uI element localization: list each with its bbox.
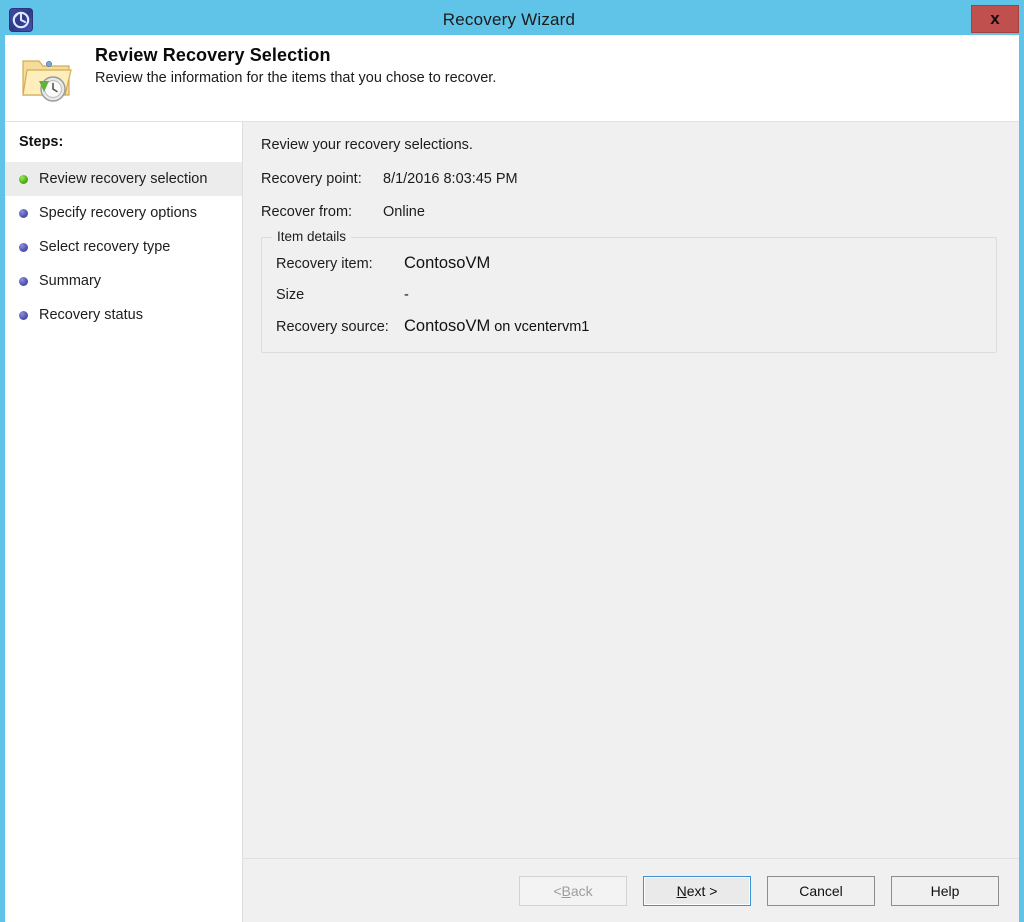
content-inner: Review your recovery selections. Recover… <box>243 122 1019 858</box>
item-details-group: Item details Recovery item: ContosoVM Si… <box>261 237 997 353</box>
size-value: - <box>404 287 409 303</box>
page-subtitle: Review the information for the items tha… <box>95 70 496 86</box>
recover-from-label: Recover from: <box>261 204 383 220</box>
window-body: Steps: Review recovery selection Specify… <box>5 122 1019 922</box>
sidebar-item-recovery-status[interactable]: Recovery status <box>5 298 242 332</box>
size-row: Size - <box>276 287 982 303</box>
recovery-source-row: Recovery source: ContosoVM on vcentervm1 <box>276 317 982 336</box>
page-title: Review Recovery Selection <box>95 45 496 66</box>
content-pane: Review your recovery selections. Recover… <box>243 122 1019 922</box>
recovery-wizard-window: Recovery Wizard x Review Recovery Select… <box>0 0 1024 922</box>
back-accel: B <box>562 883 571 899</box>
sidebar-item-summary[interactable]: Summary <box>5 264 242 298</box>
sidebar-item-select-recovery-type[interactable]: Select recovery type <box>5 230 242 264</box>
recovery-source-vm: ContosoVM <box>404 317 490 335</box>
size-label: Size <box>276 287 404 303</box>
item-details-legend: Item details <box>272 229 351 244</box>
step-bullet-icon <box>19 175 28 184</box>
sidebar-item-specify-recovery-options[interactable]: Specify recovery options <box>5 196 242 230</box>
next-button[interactable]: Next > <box>643 876 751 906</box>
sidebar-item-label: Specify recovery options <box>39 205 197 221</box>
recovery-point-label: Recovery point: <box>261 171 383 187</box>
steps-sidebar: Steps: Review recovery selection Specify… <box>5 122 243 922</box>
wizard-header: Review Recovery Selection Review the inf… <box>5 35 1019 122</box>
recovery-source-label: Recovery source: <box>276 319 404 335</box>
next-accel: N <box>677 883 687 899</box>
help-button[interactable]: Help <box>891 876 999 906</box>
sidebar-item-label: Summary <box>39 273 101 289</box>
sidebar-item-label: Review recovery selection <box>39 171 207 187</box>
window-title: Recovery Wizard <box>5 10 1019 30</box>
recovery-item-label: Recovery item: <box>276 256 404 272</box>
sidebar-item-label: Select recovery type <box>39 239 170 255</box>
button-bar: < Back Next > Cancel Help <box>243 858 1019 922</box>
step-bullet-icon <box>19 243 28 252</box>
back-button[interactable]: < Back <box>519 876 627 906</box>
step-bullet-icon <box>19 277 28 286</box>
recovery-item-row: Recovery item: ContosoVM <box>276 254 982 273</box>
title-bar: Recovery Wizard x <box>5 5 1019 35</box>
next-rest: ext > <box>687 883 718 899</box>
sidebar-item-review-recovery-selection[interactable]: Review recovery selection <box>5 162 242 196</box>
intro-text: Review your recovery selections. <box>261 137 999 153</box>
recovery-point-row: Recovery point: 8/1/2016 8:03:45 PM <box>261 171 999 187</box>
recovery-point-value: 8/1/2016 8:03:45 PM <box>383 171 518 187</box>
sidebar-item-label: Recovery status <box>39 307 143 323</box>
recover-from-value: Online <box>383 204 425 220</box>
recovery-item-value: ContosoVM <box>404 254 490 273</box>
recovery-source-value: ContosoVM on vcentervm1 <box>404 317 589 336</box>
cancel-button[interactable]: Cancel <box>767 876 875 906</box>
step-bullet-icon <box>19 311 28 320</box>
back-prefix: < <box>553 883 561 899</box>
recovery-source-host: on vcentervm1 <box>490 319 589 335</box>
folder-recovery-icon <box>19 51 75 105</box>
close-button[interactable]: x <box>971 5 1019 33</box>
recover-from-row: Recover from: Online <box>261 204 999 220</box>
steps-label: Steps: <box>5 134 242 162</box>
header-text-block: Review Recovery Selection Review the inf… <box>95 45 496 86</box>
app-icon <box>9 8 33 32</box>
step-bullet-icon <box>19 209 28 218</box>
back-rest: ack <box>571 883 593 899</box>
